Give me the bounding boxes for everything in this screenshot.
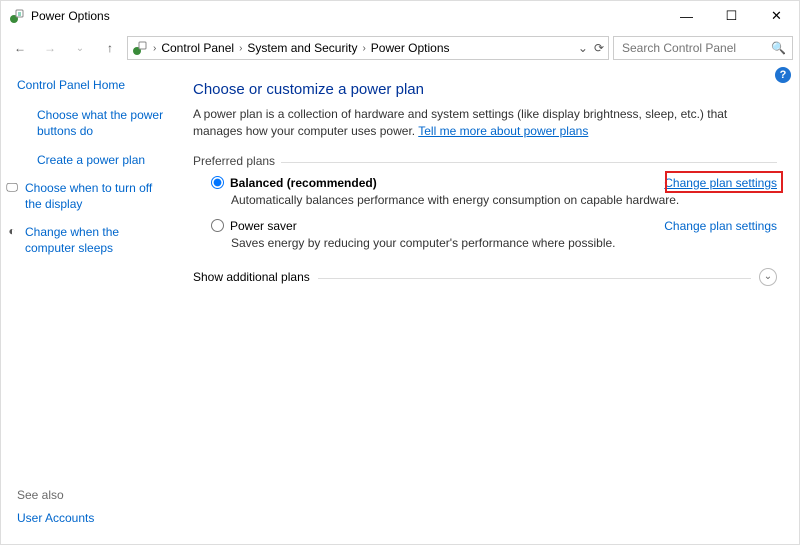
divider	[318, 278, 751, 279]
sidebar-item-label[interactable]: Create a power plan	[37, 152, 145, 168]
app-icon	[9, 8, 25, 24]
sidebar-item-label[interactable]: Change when the computer sleeps	[25, 224, 171, 256]
page-description: A power plan is a collection of hardware…	[193, 106, 777, 140]
close-button[interactable]: ✕	[754, 1, 799, 31]
radio-input[interactable]	[211, 219, 224, 232]
titlebar: Power Options — ☐ ✕	[1, 1, 799, 31]
plan-name: Balanced (recommended)	[230, 176, 377, 190]
expand-icon[interactable]: ⌄	[759, 268, 777, 286]
show-additional-plans-label[interactable]: Show additional plans	[193, 270, 310, 284]
window-title: Power Options	[31, 9, 664, 23]
moon-icon: ◐	[5, 224, 19, 256]
sidebar-item-power-buttons[interactable]: Choose what the power buttons do	[17, 107, 171, 139]
toolbar: ← → ⌄ ↑ › Control Panel › System and Sec…	[1, 31, 799, 65]
plan-balanced: Balanced (recommended) Change plan setti…	[193, 172, 777, 215]
main-panel: ? Choose or customize a power plan A pow…	[179, 65, 799, 544]
sidebar-item-turn-off-display[interactable]: 🖵 Choose when to turn off the display	[5, 180, 171, 212]
divider	[281, 162, 777, 163]
see-also-label: See also	[17, 488, 171, 502]
change-plan-settings-balanced[interactable]: Change plan settings	[664, 176, 777, 190]
sidebar-item-label[interactable]: Choose when to turn off the display	[25, 180, 171, 212]
radio-input[interactable]	[211, 176, 224, 189]
plan-balanced-radio[interactable]: Balanced (recommended)	[211, 176, 377, 190]
search-input[interactable]	[620, 40, 760, 56]
recent-dropdown[interactable]: ⌄	[67, 35, 93, 61]
sidebar-item-computer-sleeps[interactable]: ◐ Change when the computer sleeps	[5, 224, 171, 256]
chevron-right-icon[interactable]: ›	[361, 43, 366, 54]
sidebar: Control Panel Home Choose what the power…	[1, 65, 179, 544]
plan-name: Power saver	[230, 219, 297, 233]
chevron-right-icon[interactable]: ›	[152, 43, 157, 54]
address-dropdown-icon[interactable]: ⌄	[578, 41, 588, 55]
plan-description: Saves energy by reducing your computer's…	[231, 236, 777, 250]
refresh-icon[interactable]: ⟳	[594, 41, 604, 55]
breadcrumb-system-security[interactable]: System and Security	[247, 41, 357, 55]
maximize-button[interactable]: ☐	[709, 1, 754, 31]
forward-button[interactable]: →	[37, 35, 63, 61]
change-plan-settings-power-saver[interactable]: Change plan settings	[664, 219, 777, 233]
plan-description: Automatically balances performance with …	[231, 193, 777, 207]
plan-power-saver: Power saver Change plan settings Saves e…	[193, 215, 777, 258]
search-box[interactable]: 🔍	[613, 36, 793, 60]
minimize-button[interactable]: —	[664, 1, 709, 31]
sidebar-item-label[interactable]: Choose what the power buttons do	[37, 107, 171, 139]
learn-more-link[interactable]: Tell me more about power plans	[418, 124, 588, 138]
breadcrumb-power-options[interactable]: Power Options	[371, 41, 450, 55]
back-button[interactable]: ←	[7, 35, 33, 61]
sidebar-item-icon	[17, 152, 31, 168]
help-icon[interactable]: ?	[775, 67, 791, 83]
page-title: Choose or customize a power plan	[193, 81, 777, 98]
sidebar-item-icon	[17, 107, 31, 139]
search-icon[interactable]: 🔍	[771, 41, 786, 55]
preferred-plans-label: Preferred plans	[193, 154, 275, 168]
address-bar[interactable]: › Control Panel › System and Security › …	[127, 36, 609, 60]
address-icon	[132, 40, 148, 56]
see-also-user-accounts[interactable]: User Accounts	[17, 510, 171, 526]
chevron-right-icon[interactable]: ›	[238, 43, 243, 54]
sidebar-item-create-plan[interactable]: Create a power plan	[17, 152, 171, 168]
breadcrumb-control-panel[interactable]: Control Panel	[161, 41, 234, 55]
sidebar-control-panel-home[interactable]: Control Panel Home	[17, 77, 171, 93]
plan-power-saver-radio[interactable]: Power saver	[211, 219, 297, 233]
display-icon: 🖵	[5, 180, 19, 212]
up-button[interactable]: ↑	[97, 35, 123, 61]
